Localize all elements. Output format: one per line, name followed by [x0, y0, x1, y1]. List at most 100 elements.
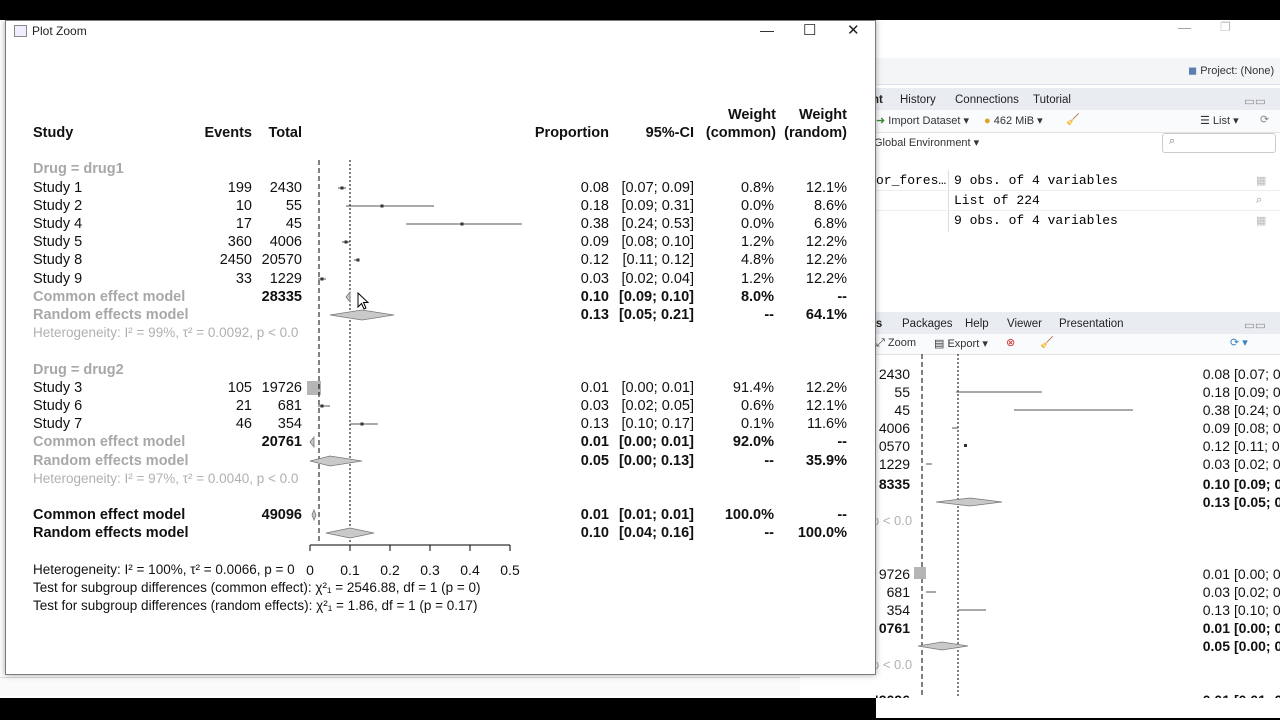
mini-ci: [0.00; 0.: [1234, 620, 1280, 636]
mini-ci: [0.10; 0.: [1234, 602, 1280, 618]
env-row-value: 9 obs. of 4 variables: [954, 173, 1118, 188]
pane-minimize-icon[interactable]: ▭▭: [1244, 94, 1266, 108]
pane-minimize-icon[interactable]: ▭▭: [1244, 318, 1266, 332]
mini-ci: [0.11; 0.: [1234, 438, 1280, 454]
broom-icon[interactable]: 🧹: [1066, 113, 1080, 126]
global-env-label: Global Environment: [874, 137, 971, 149]
broom-icon[interactable]: 🧹: [1040, 336, 1054, 349]
mini-proportion: 0.13: [1202, 494, 1230, 510]
mini-total: 45: [894, 402, 910, 418]
list-view-button[interactable]: ☰ List ▾: [1200, 114, 1239, 127]
project-menu[interactable]: ◼ Project: (None): [1188, 64, 1274, 77]
global-env-select[interactable]: Global Environment ▾: [874, 136, 979, 149]
mini-proportion: 0.18: [1202, 384, 1230, 400]
export-icon: ▤: [934, 338, 945, 350]
mini-ci: [0.09; 0.: [1234, 384, 1280, 400]
mini-proportion: 0.12: [1202, 438, 1230, 454]
mouse-cursor-icon: [357, 292, 370, 310]
env-tabbar: nt History Connections Tutorial ▭▭: [872, 88, 1280, 111]
tab-presentation[interactable]: Presentation: [1059, 318, 1124, 330]
mini-proportion: 0.01: [1202, 566, 1230, 582]
export-label: Export: [947, 338, 980, 350]
mini-total: 0761: [878, 620, 910, 636]
mini-proportion: 0.10: [1202, 476, 1230, 492]
close-icon[interactable]: ✕: [847, 21, 860, 39]
mini-proportion: 0.09: [1202, 420, 1230, 436]
plot-zoom-window: Plot Zoom — ☐ ✕: [5, 20, 876, 675]
plots-tabbar: ts Packages Help Viewer Presentation ▭▭: [872, 312, 1280, 335]
mini-proportion: 0.08: [1202, 366, 1230, 382]
bg-toolbar: ◼ Project: (None): [876, 58, 1280, 85]
grid-icon[interactable]: ▦: [1256, 214, 1266, 227]
mini-total: 354: [886, 602, 910, 618]
zoom-label: Zoom: [887, 337, 916, 349]
mini-total: 55: [894, 384, 910, 400]
memory-usage[interactable]: ● 462 MiB ▾: [984, 114, 1043, 127]
mini-ci: [0.02; 0.: [1234, 456, 1280, 472]
mini-pvalue: p < 0.0: [876, 513, 913, 528]
mini-pvalue: p < 0.0: [876, 657, 913, 672]
plots-toolbar: ⤢ Zoom ▤ Export ▾ ⊗ 🧹 ⟳ ▾: [876, 334, 1280, 355]
bg-footer: [876, 698, 1280, 718]
mini-plot-text: 2430 0.08 [0.07; 0. 55 0.18 [0.09; 0. 45 0.38 [0…: [876, 354, 1280, 718]
publish-icon[interactable]: ⟳ ▾: [1230, 336, 1248, 349]
zoom-icon: ⤢: [876, 337, 885, 349]
env-row-value: List of 224: [954, 193, 1040, 208]
mini-proportion: 0.03: [1202, 584, 1230, 600]
remove-plot-icon[interactable]: ⊗: [1006, 336, 1015, 349]
env-row-value: 9 obs. of 4 variables: [954, 213, 1118, 228]
tab-tutorial[interactable]: Tutorial: [1033, 94, 1071, 106]
env-search-input[interactable]: ⌕: [1162, 133, 1276, 153]
memory-icon: ●: [984, 115, 991, 127]
mini-total: 9726: [878, 566, 910, 582]
export-button[interactable]: ▤ Export ▾: [934, 337, 988, 350]
window-title: Plot Zoom: [32, 24, 87, 38]
mini-proportion: 0.03: [1202, 456, 1230, 472]
mini-total: 8335: [878, 476, 910, 492]
minimize-icon[interactable]: —: [760, 22, 774, 38]
mini-ci: [0.08; 0.: [1234, 420, 1280, 436]
import-label: Import Dataset: [888, 115, 961, 127]
maximize-icon[interactable]: ☐: [803, 21, 816, 39]
tab-packages[interactable]: Packages: [902, 318, 953, 330]
bg-minimize-icon[interactable]: —: [1178, 20, 1191, 35]
mini-ci: [0.05; 0.: [1234, 494, 1280, 510]
mini-total: 4006: [878, 420, 910, 436]
import-icon: ➜: [876, 115, 886, 127]
window-app-icon: [14, 25, 27, 37]
tab-history[interactable]: History: [900, 94, 936, 106]
tab-viewer[interactable]: Viewer: [1007, 318, 1042, 330]
zoom-button[interactable]: ⤢ Zoom: [876, 337, 916, 350]
list-label: List: [1212, 115, 1231, 127]
mini-ci: [0.24; 0.: [1234, 402, 1280, 418]
mini-ci: [0.09; 0.: [1234, 476, 1280, 492]
mini-proportion: 0.38: [1202, 402, 1230, 418]
tab-connections[interactable]: Connections: [955, 94, 1019, 106]
mini-ci: [0.02; 0.: [1234, 584, 1280, 600]
mini-total: 0570: [878, 438, 910, 454]
search-icon: ⌕: [1169, 135, 1176, 147]
title-bar[interactable]: Plot Zoom — ☐ ✕: [6, 21, 875, 43]
mini-total: 1229: [878, 456, 910, 472]
mini-total: 2430: [878, 366, 910, 382]
env-toolbar: ➜ Import Dataset ▾ ● 462 MiB ▾ 🧹 ☰ List …: [876, 110, 1280, 133]
project-icon: ◼: [1188, 65, 1198, 77]
env-scope-bar: Global Environment ▾ ⌕: [874, 132, 1280, 154]
memory-label: 462 MiB: [993, 115, 1035, 127]
row-divider: [876, 190, 1280, 191]
mini-proportion: 0.01: [1202, 620, 1230, 636]
bg-bottom-strip: [0, 677, 800, 696]
import-dataset-button[interactable]: ➜ Import Dataset ▾: [876, 114, 969, 127]
grid-icon[interactable]: ▦: [1256, 174, 1266, 187]
magnifier-icon[interactable]: ⌕: [1256, 194, 1262, 207]
env-table: or_fores… 9 obs. of 4 variables List of …: [876, 170, 1280, 232]
refresh-icon[interactable]: ⟳: [1260, 113, 1269, 126]
bg-restore-icon[interactable]: ❐: [1220, 20, 1231, 34]
project-label: Project: (None): [1200, 65, 1275, 77]
mini-ci: [0.07; 0.: [1234, 366, 1280, 382]
env-divider: [948, 170, 949, 232]
mini-total: 681: [886, 584, 910, 600]
tab-help[interactable]: Help: [965, 318, 989, 330]
env-row-name[interactable]: or_fores…: [876, 173, 946, 188]
mini-ci: [0.00; 0.: [1234, 638, 1280, 654]
